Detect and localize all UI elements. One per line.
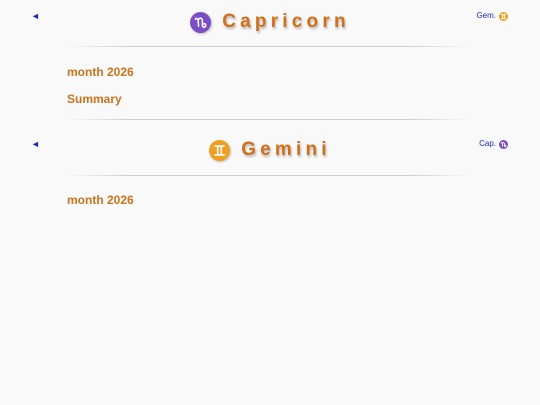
gemini-glyph-icon [209, 139, 231, 161]
gemini-section: ◄ Gemini Cap. month 2026 [0, 128, 540, 218]
month-heading[interactable]: month 2026 [67, 193, 134, 207]
divider [66, 46, 471, 47]
month-heading[interactable]: month 2026 [67, 65, 134, 79]
capricorn-section: ◄ Capricorn Gem. month 2026 Summary [0, 0, 540, 120]
next-sign-label: Gem. [476, 11, 496, 20]
divider [66, 119, 471, 120]
gemini-glyph-icon [499, 11, 508, 21]
summary-heading[interactable]: Summary [67, 92, 122, 106]
capricorn-glyph-icon [499, 139, 508, 149]
sign-header: Capricorn [0, 8, 540, 36]
next-sign-label: Cap. [479, 139, 496, 148]
next-sign-link[interactable]: Cap. [479, 138, 508, 150]
sign-title: Gemini [241, 139, 331, 160]
capricorn-glyph-icon [190, 11, 212, 33]
sign-title: Capricorn [222, 11, 350, 32]
sign-header: Gemini [0, 136, 540, 164]
divider [66, 175, 471, 176]
next-sign-link[interactable]: Gem. [476, 10, 508, 22]
